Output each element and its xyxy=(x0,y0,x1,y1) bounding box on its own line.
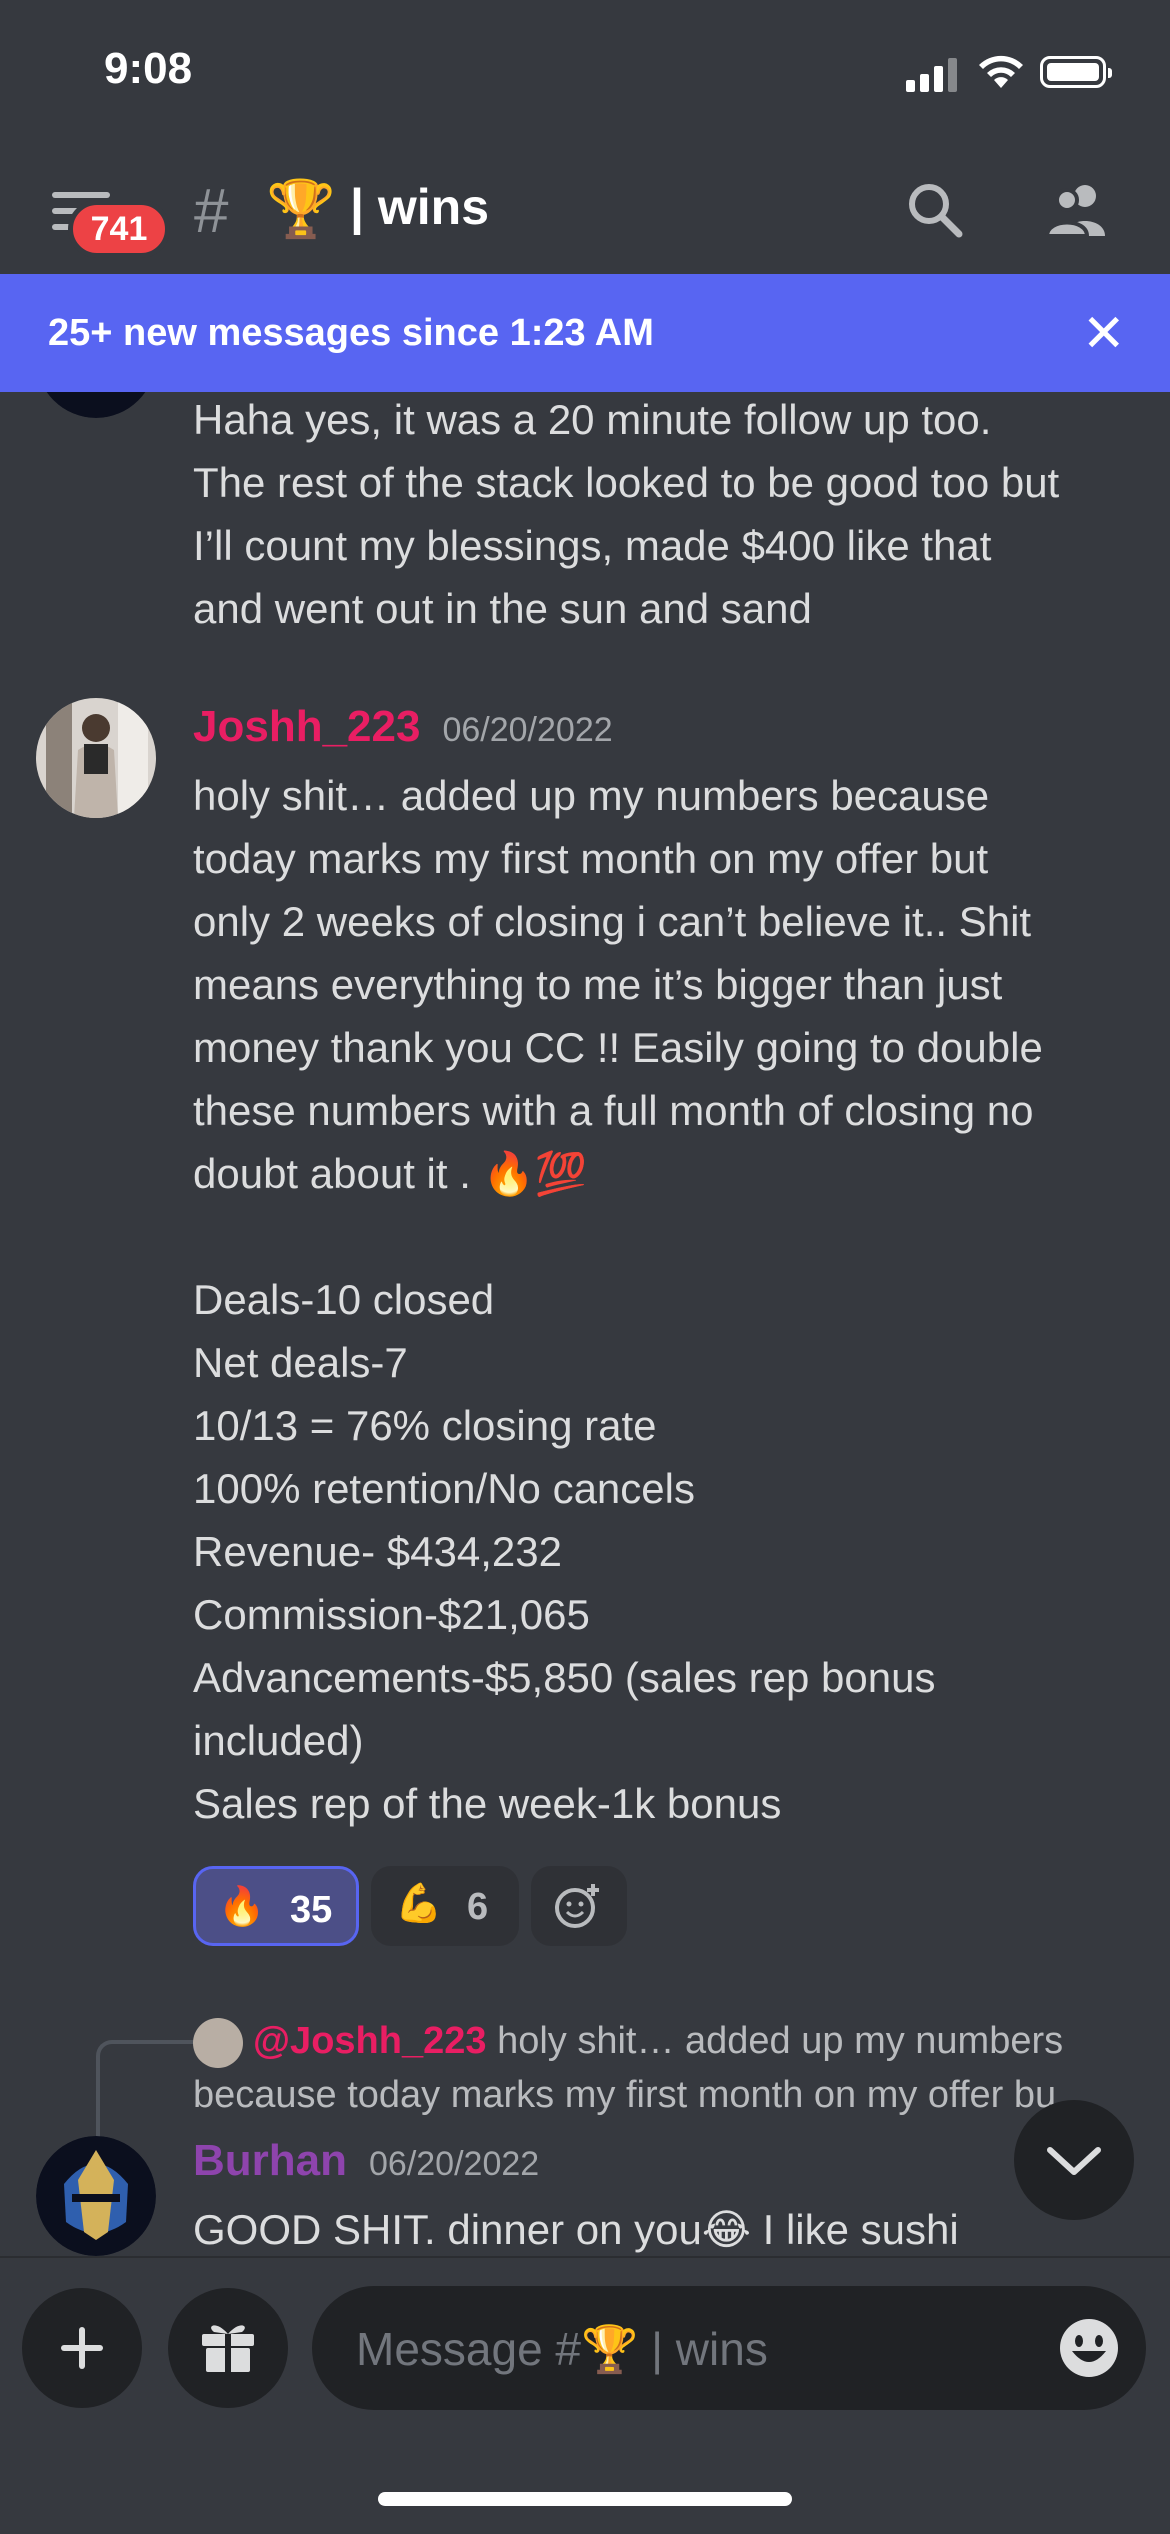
status-time: 9:08 xyxy=(104,44,193,93)
avatar[interactable] xyxy=(36,698,156,818)
avatar[interactable] xyxy=(36,392,156,418)
message-input[interactable]: Message #🏆 | wins xyxy=(312,2286,1146,2410)
channel-name: | wins xyxy=(350,179,490,235)
add-reaction-button[interactable] xyxy=(531,1866,627,1946)
avatar[interactable] xyxy=(36,2136,156,2256)
message-header: Joshh_223 06/20/2022 xyxy=(193,702,613,752)
reaction-fire[interactable]: 🔥 35 xyxy=(193,1866,359,1946)
search-icon[interactable] xyxy=(905,180,965,240)
plus-icon xyxy=(61,2327,103,2369)
attach-button[interactable] xyxy=(22,2288,142,2408)
cellular-signal-icon xyxy=(906,58,962,92)
unread-badge: 741 xyxy=(68,200,170,258)
wifi-icon xyxy=(979,55,1023,88)
reply-avatar xyxy=(193,2017,243,2068)
jump-to-bottom-button[interactable] xyxy=(1014,2100,1134,2220)
reply-connector xyxy=(96,2040,196,2144)
new-messages-text: 25+ new messages since 1:23 AM xyxy=(48,312,654,354)
members-icon[interactable] xyxy=(1045,180,1111,240)
author-name[interactable]: Joshh_223 xyxy=(193,702,420,751)
message-placeholder: Message #🏆 | wins xyxy=(356,2323,768,2375)
close-icon[interactable]: ✕ xyxy=(1082,304,1126,364)
emoji-picker-icon[interactable] xyxy=(1058,2317,1120,2379)
reaction-count: 6 xyxy=(467,1886,489,1928)
author-name[interactable]: Burhan xyxy=(193,2136,347,2185)
reply-preview[interactable]: @Joshh_223 holy shit… added up my number… xyxy=(193,2014,1133,2122)
message-header: Burhan 06/20/2022 xyxy=(193,2136,539,2186)
message-text: GOOD SHIT. dinner on you😂 I like sushi xyxy=(193,2206,959,2253)
home-indicator xyxy=(378,2492,792,2506)
message-text: Haha yes, it was a 20 minute follow up t… xyxy=(193,396,1060,632)
channel-emoji: 🏆 xyxy=(266,177,336,240)
reaction-muscle[interactable]: 💪 6 xyxy=(371,1866,519,1946)
new-messages-banner[interactable]: 25+ new messages since 1:23 AM ✕ xyxy=(0,274,1170,392)
reaction-emoji: 🔥 xyxy=(218,1886,266,1928)
channel-hash-icon: # xyxy=(194,177,229,246)
reaction-emoji: 💪 xyxy=(395,1883,443,1925)
channel-header: 741 # 🏆 | wins xyxy=(0,150,1170,276)
timestamp: 06/20/2022 xyxy=(442,711,613,749)
timestamp: 06/20/2022 xyxy=(369,2145,540,2183)
message-list[interactable]: Haha yes, it was a 20 minute follow up t… xyxy=(0,392,1170,2256)
gift-button[interactable] xyxy=(168,2288,288,2408)
reaction-count: 35 xyxy=(290,1889,333,1931)
add-reaction-icon xyxy=(555,1884,599,1928)
chevron-down-icon xyxy=(1047,2147,1101,2175)
battery-icon xyxy=(1040,56,1112,88)
status-bar: 9:08 xyxy=(0,0,1170,150)
message-text: holy shit… added up my numbers because t… xyxy=(193,772,1043,1827)
reply-mention[interactable]: @Joshh_223 xyxy=(253,2020,487,2062)
gift-icon xyxy=(202,2325,254,2372)
